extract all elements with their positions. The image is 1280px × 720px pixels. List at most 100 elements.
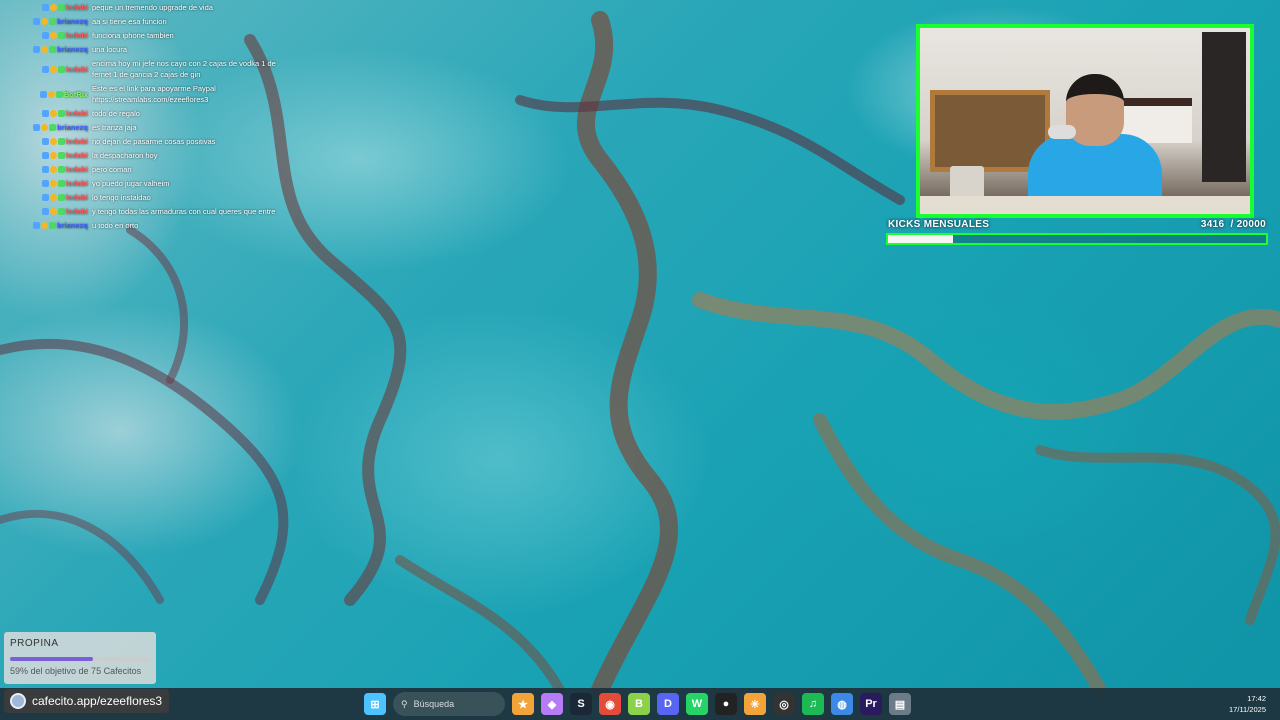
github-icon[interactable]: ◎ — [773, 693, 795, 715]
chat-meta: BotRix — [28, 83, 88, 105]
badge-icon — [55, 90, 63, 98]
chat-username: lodabi — [65, 165, 88, 174]
badge-icon — [41, 46, 49, 53]
badge-icon — [49, 18, 57, 25]
chat-meta: lodabi — [28, 136, 88, 147]
chat-message: lodabi y tengo todas las armaduras con cu… — [28, 206, 278, 217]
chat-username: lodabi — [65, 31, 88, 40]
badge-icon — [49, 32, 57, 39]
badge-icon — [57, 152, 65, 159]
chat-text: es tranza jaja — [92, 123, 137, 132]
chat-text: peque un tremendo upgrade de vida — [92, 3, 213, 12]
badge-icon — [41, 124, 49, 131]
badge-icon — [33, 18, 41, 25]
chat-meta: lodabi — [28, 108, 88, 119]
badge-icon — [49, 152, 57, 159]
whatsapp-icon[interactable]: W — [686, 693, 708, 715]
cafecito-logo-icon — [10, 693, 26, 709]
chat-text: yo puedo jugar valheim — [92, 179, 170, 188]
chat-username: lodabi — [65, 179, 88, 188]
badge-icon — [41, 208, 49, 215]
app-icon[interactable]: ✳ — [744, 693, 766, 715]
chat-meta: lodabi — [28, 30, 88, 41]
chat-text: todo de regalo — [92, 109, 140, 118]
chat-message: lodabi todo de regalo — [28, 108, 278, 119]
steam-icon[interactable]: S — [570, 693, 592, 715]
chat-meta: lodabi — [28, 178, 88, 189]
tip-title: PROPINA — [10, 638, 59, 649]
discord-icon[interactable]: D — [657, 693, 679, 715]
webcam-frame — [916, 24, 1254, 218]
badge-icon — [57, 180, 65, 187]
chat-username: lodabi — [65, 64, 88, 74]
cafecito-banner[interactable]: cafecito.app/ezeeflores3 — [4, 689, 169, 713]
chat-text: pero coman — [92, 165, 132, 174]
cafecito-url: cafecito.app/ezeeflores3 — [32, 694, 163, 708]
chat-meta: brianezq — [28, 122, 88, 133]
chat-message: lodabi peque un tremendo upgrade de vida — [28, 2, 278, 13]
premiere-icon[interactable]: Pr — [860, 693, 882, 715]
badge-icon — [49, 138, 57, 145]
game-icon[interactable]: ★ — [512, 693, 534, 715]
chat-text: una locura — [92, 45, 128, 54]
chat-message: BotRix Este es el link para apoyarme Payp… — [28, 83, 278, 105]
chat-text: la despacharon hoy — [92, 151, 158, 160]
badge-icon — [57, 166, 65, 173]
b-app-icon[interactable]: B — [628, 693, 650, 715]
badge-icon — [49, 110, 57, 117]
chat-username: brianezq — [57, 17, 88, 26]
chat-meta: lodabi — [28, 164, 88, 175]
chat-text: lo tengo instaldao — [92, 193, 151, 202]
kicks-progress-fill — [888, 235, 953, 243]
kicks-progress-bar — [886, 233, 1268, 245]
monitor-icon[interactable]: ▤ — [889, 693, 911, 715]
badge-icon — [41, 65, 49, 73]
chat-meta: lodabi — [28, 192, 88, 203]
badge-icon — [49, 166, 57, 173]
copilot-icon[interactable]: ◆ — [541, 693, 563, 715]
badge-icon — [41, 222, 49, 229]
taskbar-clock[interactable]: 17:42 17/11/2025 — [1229, 693, 1266, 715]
browser-icon[interactable]: ◍ — [831, 693, 853, 715]
start-icon[interactable]: ⊞ — [364, 693, 386, 715]
badge-icon — [41, 180, 49, 187]
badge-icon — [41, 166, 49, 173]
chat-meta: lodabi — [28, 150, 88, 161]
badge-icon — [41, 194, 49, 201]
badge-icon — [57, 32, 65, 39]
chat-message: brianezq u todo en orto — [28, 220, 278, 231]
chat-meta: lodabi — [28, 2, 88, 13]
chat-meta: lodabi — [28, 58, 88, 80]
badge-icon — [57, 194, 65, 201]
chrome-icon[interactable]: ◉ — [599, 693, 621, 715]
chat-overlay: lodabi peque un tremendo upgrade de vida b… — [28, 2, 278, 234]
badge-icon — [49, 180, 57, 187]
search-placeholder: Búsqueda — [413, 699, 455, 709]
chat-username: lodabi — [65, 193, 88, 202]
badge-icon — [57, 65, 65, 73]
kicks-count: 3416 / 20000 — [1200, 219, 1266, 230]
clock-time: 17:42 — [1247, 694, 1266, 703]
badge-icon — [49, 4, 57, 11]
chat-message: brianezq es tranza jaja — [28, 122, 278, 133]
kicks-title: KICKS MENSUALES — [888, 219, 990, 230]
chat-username: lodabi — [65, 109, 88, 118]
chat-text: aa si tiene esa funcion — [92, 17, 167, 26]
chat-username: BotRix — [63, 89, 88, 99]
badge-icon — [33, 46, 41, 53]
spotify-icon[interactable]: ♫ — [802, 693, 824, 715]
obs-icon[interactable]: ● — [715, 693, 737, 715]
tip-progress-text: 59% del objetivo de 75 Cafecitos — [10, 666, 142, 676]
chat-username: brianezq — [57, 123, 88, 132]
chat-username: brianezq — [57, 221, 88, 230]
chat-username: brianezq — [57, 45, 88, 54]
chat-username: lodabi — [65, 3, 88, 12]
taskbar-search[interactable]: ⚲ Búsqueda — [393, 692, 505, 716]
badge-icon — [41, 4, 49, 11]
chat-username: lodabi — [65, 151, 88, 160]
chat-username: lodabi — [65, 137, 88, 146]
badge-icon — [41, 110, 49, 117]
badge-icon — [41, 18, 49, 25]
chat-message: lodabi yo puedo jugar valheim — [28, 178, 278, 189]
microphone-icon — [1048, 125, 1076, 139]
